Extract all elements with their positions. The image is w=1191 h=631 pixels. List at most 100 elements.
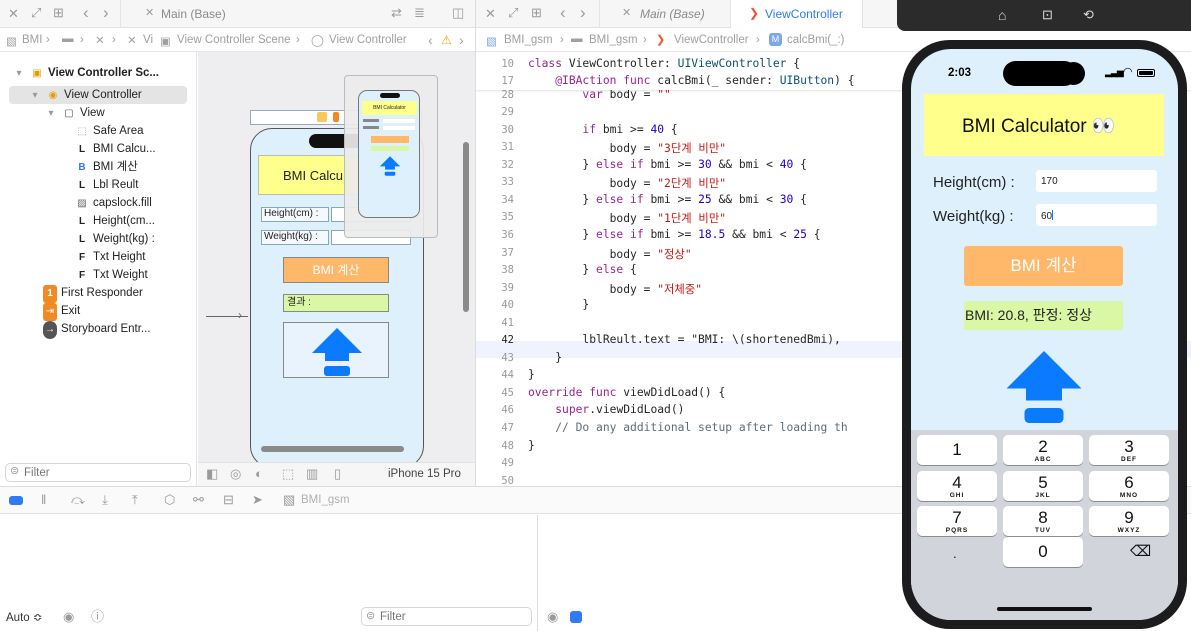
- folder-icon[interactable]: ▬: [62, 33, 74, 45]
- orientation-icon[interactable]: ⬚: [282, 467, 294, 480]
- keypad-key-2[interactable]: 2 ABC: [1003, 435, 1083, 465]
- outline-row[interactable]: ▾ ◉ View Controller: [28, 86, 141, 104]
- storyboard-weight-label[interactable]: Weight(kg) :: [261, 230, 329, 245]
- crumb-project[interactable]: BMI: [22, 34, 42, 46]
- back-icon[interactable]: ‹: [560, 4, 566, 21]
- grid-icon[interactable]: ⊞: [53, 6, 64, 19]
- split-editor-icon[interactable]: ◫: [452, 6, 464, 19]
- variables-scope-selector[interactable]: Auto ≎: [6, 610, 43, 624]
- console-eye-icon[interactable]: ◉: [547, 610, 558, 623]
- outline-row[interactable]: L Weight(kg) :: [75, 230, 155, 248]
- crumb-file[interactable]: Vi: [143, 34, 153, 46]
- forward-icon[interactable]: ›: [580, 4, 586, 21]
- warning-icon[interactable]: ⚠: [441, 33, 452, 47]
- close-icon[interactable]: ✕: [485, 7, 496, 20]
- outline-row[interactable]: ⬚ Safe Area: [75, 122, 143, 140]
- eye-icon[interactable]: ◉: [63, 610, 74, 623]
- environment-icon[interactable]: ⊟: [223, 493, 234, 506]
- keypad-key-5[interactable]: 5 JKL: [1003, 470, 1083, 501]
- close-icon[interactable]: ✕: [8, 7, 19, 20]
- outline-row[interactable]: → Storyboard Entr...: [43, 320, 151, 339]
- keypad-key-7[interactable]: 7 PQRS: [917, 506, 997, 536]
- console-filter-toggle-icon[interactable]: [570, 611, 582, 623]
- crumb-scene[interactable]: View Controller Scene: [177, 34, 291, 46]
- tab-viewcontroller[interactable]: ❯ ViewController: [730, 0, 863, 28]
- keypad-key-6[interactable]: 6 MNO: [1089, 470, 1169, 501]
- tab-main-base[interactable]: ✕ Main (Base): [599, 0, 730, 28]
- debug-target-label[interactable]: BMI_gsm: [301, 494, 350, 506]
- backspace-icon[interactable]: ⌫: [1130, 542, 1151, 560]
- simulator-screen[interactable]: 2:03 ▂▃▅ ◠ BMI Calculator 👀 Height(cm) :…: [911, 49, 1178, 620]
- device-selector[interactable]: iPhone 15 Pro: [388, 468, 461, 480]
- keypad-dot[interactable]: .: [953, 546, 957, 561]
- project-icon[interactable]: ▧: [6, 34, 17, 48]
- weight-textfield[interactable]: 60: [1036, 204, 1157, 226]
- outline-row[interactable]: ▾ ▣ View Controller Sc...: [12, 64, 159, 82]
- project-icon[interactable]: ▧: [486, 34, 497, 48]
- outline-row[interactable]: L BMI Calcu...: [75, 140, 156, 158]
- variables-filter-input[interactable]: [380, 609, 525, 624]
- outline-row[interactable]: ▨ capslock.fill: [75, 194, 152, 212]
- crumb-method[interactable]: calcBmi(_:): [787, 34, 845, 46]
- step-over-icon[interactable]: ⤼: [71, 493, 85, 506]
- tab-main-base[interactable]: ✕ Main (Base): [120, 0, 385, 28]
- keypad-key-4[interactable]: 4 GHI: [917, 470, 997, 501]
- grid-icon[interactable]: ⊞: [531, 6, 542, 19]
- crumb-vc[interactable]: View Controller: [329, 34, 407, 46]
- rotate-icon[interactable]: ⟲: [1083, 7, 1094, 23]
- storyboard-height-label[interactable]: Height(cm) :: [261, 207, 329, 222]
- canvas-horizontal-scrollbar[interactable]: [261, 446, 404, 452]
- lines-icon[interactable]: ≣: [414, 6, 425, 19]
- view-hierarchy-icon[interactable]: ⬡: [164, 493, 175, 506]
- storyboard-image-view[interactable]: [283, 322, 389, 378]
- prev-issue-icon[interactable]: ‹: [428, 32, 433, 48]
- folder-icon[interactable]: ▬: [571, 33, 583, 45]
- keypad-key-9[interactable]: 9 WXYZ: [1089, 506, 1169, 536]
- accessibility-icon[interactable]: ◎: [230, 467, 241, 480]
- expand-icon[interactable]: ⤢: [508, 6, 518, 19]
- memory-graph-icon[interactable]: ⚯: [193, 493, 204, 506]
- height-textfield[interactable]: 170: [1036, 170, 1157, 192]
- expand-icon[interactable]: ⤢: [31, 6, 41, 19]
- keypad-key-0[interactable]: 0: [1003, 537, 1083, 567]
- outline-row[interactable]: ⇥ Exit: [43, 302, 80, 321]
- size-class-icon[interactable]: ▥: [306, 467, 318, 480]
- keypad-key-1[interactable]: 1: [917, 435, 997, 465]
- home-icon[interactable]: ⌂: [998, 7, 1006, 23]
- storyboard-result-label[interactable]: 결과 :: [283, 294, 389, 312]
- forward-icon[interactable]: ›: [103, 4, 109, 21]
- outline-row[interactable]: B BMI 계산: [75, 158, 137, 176]
- storyboard-calc-button[interactable]: BMI 계산: [283, 257, 389, 283]
- pause-icon[interactable]: ‖: [41, 493, 46, 506]
- crumb-file[interactable]: ViewController: [674, 34, 749, 46]
- console-toggle-icon[interactable]: [9, 496, 23, 505]
- back-icon[interactable]: ‹: [83, 4, 89, 21]
- keypad-key-8[interactable]: 8 TUV: [1003, 506, 1083, 536]
- swap-icon[interactable]: ⇄: [391, 6, 402, 19]
- crumb-project[interactable]: BMI_gsm: [504, 34, 553, 46]
- storyboard-canvas[interactable]: › BMI Calcu Height(cm) : Weight(kg) : BM…: [198, 52, 475, 462]
- step-in-icon[interactable]: ⤓: [102, 493, 108, 506]
- outline-filter-input[interactable]: [24, 465, 184, 480]
- keypad-key-3[interactable]: 3 DEF: [1089, 435, 1169, 465]
- location-icon[interactable]: ➤: [252, 493, 263, 506]
- info-icon[interactable]: ⓘ: [91, 610, 104, 623]
- outline-filter-field[interactable]: ⊜: [5, 463, 191, 482]
- outline-row[interactable]: ▾ ▢ View: [44, 104, 104, 122]
- storyboard-close-icon[interactable]: ✕: [622, 8, 631, 19]
- canvas-vertical-scrollbar[interactable]: [463, 142, 469, 312]
- device-icon[interactable]: ▯: [334, 467, 341, 480]
- outline-row[interactable]: L Lbl Reult: [75, 176, 138, 194]
- outline-row[interactable]: F Txt Height: [75, 248, 145, 266]
- storyboard-close-icon[interactable]: ✕: [145, 8, 154, 19]
- outline-row[interactable]: 1 First Responder: [43, 284, 143, 303]
- storyboard-icon[interactable]: ✕: [95, 33, 105, 47]
- outline-toggle-icon[interactable]: ◧: [206, 467, 218, 480]
- crumb-folder[interactable]: BMI_gsm: [589, 34, 638, 46]
- calc-bmi-button[interactable]: BMI 계산: [964, 246, 1123, 286]
- outline-row[interactable]: F Txt Weight: [75, 266, 148, 284]
- screenshot-icon[interactable]: ⊡: [1042, 7, 1053, 23]
- appearance-icon[interactable]: ◐: [255, 467, 263, 480]
- outline-row[interactable]: L Height(cm...: [75, 212, 155, 230]
- variables-filter-field[interactable]: ⊜: [361, 607, 532, 626]
